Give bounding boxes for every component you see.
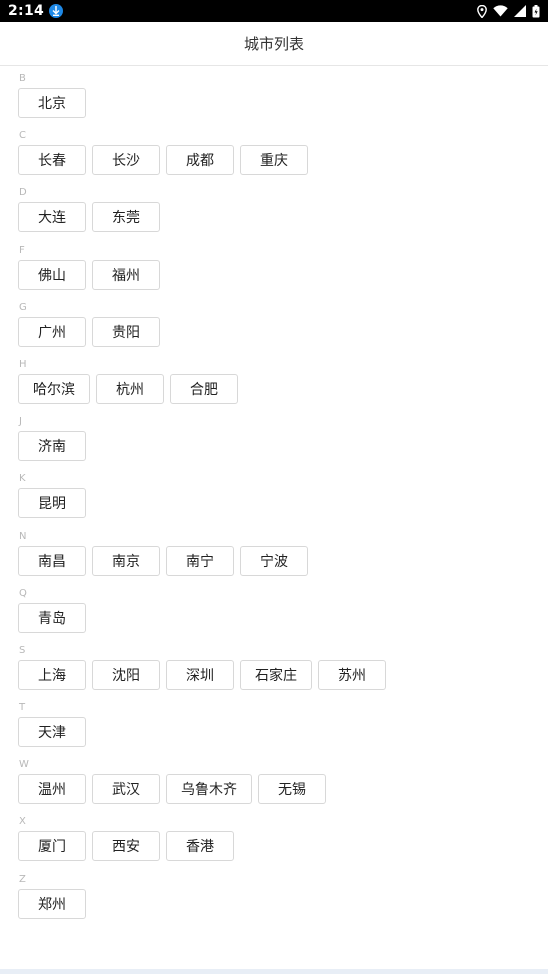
city-group-h: H 哈尔滨 杭州 合肥 <box>18 356 538 413</box>
city-group-q: Q 青岛 <box>18 585 538 642</box>
city-chip[interactable]: 香港 <box>166 831 234 862</box>
city-chip-row: 上海 沈阳 深圳 石家庄 苏州 <box>18 659 538 690</box>
group-letter: N <box>19 530 27 542</box>
city-chip[interactable]: 乌鲁木齐 <box>166 774 252 805</box>
group-letter: K <box>19 473 26 485</box>
group-letter: T <box>19 702 26 714</box>
status-time: 2:14 <box>8 3 45 19</box>
city-chip-row: 长春 长沙 成都 重庆 <box>18 145 538 176</box>
city-chip[interactable]: 成都 <box>166 145 234 176</box>
city-chip[interactable]: 南宁 <box>166 545 234 576</box>
battery-icon <box>532 4 540 17</box>
city-list: B 北京 C 长春 长沙 成都 重庆 D 大连 东莞 F 佛山 福州 G 广州 贵阳 H 哈尔滨 杭州 合肥 J 济南 K 昆… <box>18 70 538 928</box>
city-group-f: F 佛山 福州 <box>18 242 538 299</box>
city-chip[interactable]: 杭州 <box>96 373 164 404</box>
city-group-j: J 济南 <box>18 413 538 470</box>
city-chip[interactable]: 厦门 <box>18 831 86 862</box>
city-chip-row: 昆明 <box>18 488 538 519</box>
city-chip[interactable]: 东莞 <box>92 202 160 233</box>
city-chip-row: 天津 <box>18 717 538 748</box>
signal-icon <box>514 5 526 17</box>
wifi-icon <box>493 5 508 17</box>
city-chip[interactable]: 西安 <box>92 831 160 862</box>
city-chip[interactable]: 福州 <box>92 259 160 290</box>
location-icon <box>477 4 487 18</box>
city-chip-row: 哈尔滨 杭州 合肥 <box>18 373 538 404</box>
app-header: 城市列表 <box>0 22 548 66</box>
group-letter: J <box>19 416 22 428</box>
group-letter: D <box>19 187 27 199</box>
group-letter: H <box>19 358 27 370</box>
group-letter: G <box>19 301 27 313</box>
download-icon <box>49 4 64 18</box>
city-chip[interactable]: 无锡 <box>258 774 326 805</box>
city-chip[interactable]: 重庆 <box>240 145 308 176</box>
page-title: 城市列表 <box>243 35 304 53</box>
city-chip[interactable]: 南京 <box>92 545 160 576</box>
city-chip[interactable]: 深圳 <box>166 659 234 690</box>
city-chip[interactable]: 广州 <box>18 316 86 347</box>
city-chip-row: 温州 武汉 乌鲁木齐 无锡 <box>18 774 538 805</box>
group-letter: S <box>19 644 26 656</box>
city-chip[interactable]: 佛山 <box>18 259 86 290</box>
city-chip[interactable]: 南昌 <box>18 545 86 576</box>
group-letter: Q <box>19 587 27 599</box>
city-chip-row: 佛山 福州 <box>18 259 538 290</box>
city-group-x: X 厦门 西安 香港 <box>18 813 538 870</box>
city-chip-row: 北京 <box>18 88 538 118</box>
group-letter: F <box>19 244 25 256</box>
group-letter: X <box>19 816 26 828</box>
city-chip[interactable]: 上海 <box>18 659 86 690</box>
city-group-b: B 北京 <box>18 70 538 127</box>
city-chip[interactable]: 温州 <box>18 774 86 805</box>
city-chip[interactable]: 长沙 <box>92 145 160 176</box>
city-group-d: D 大连 东莞 <box>18 184 538 241</box>
city-chip[interactable]: 长春 <box>18 145 86 176</box>
city-group-k: K 昆明 <box>18 470 538 527</box>
city-chip-row: 广州 贵阳 <box>18 316 538 347</box>
status-icons <box>477 4 540 18</box>
city-chip[interactable]: 郑州 <box>18 888 86 919</box>
city-chip[interactable]: 北京 <box>18 88 86 118</box>
city-chip-row: 南昌 南京 南宁 宁波 <box>18 545 538 576</box>
group-letter: Z <box>19 873 26 885</box>
city-group-n: N 南昌 南京 南宁 宁波 <box>18 528 538 585</box>
group-letter: B <box>19 73 26 84</box>
city-group-w: W 温州 武汉 乌鲁木齐 无锡 <box>18 756 538 813</box>
city-chip[interactable]: 贵阳 <box>92 316 160 347</box>
city-chip-row: 济南 <box>18 431 538 462</box>
bottom-divider <box>0 969 548 974</box>
city-chip-row: 厦门 西安 香港 <box>18 831 538 862</box>
city-chip-row: 郑州 <box>18 888 538 919</box>
city-chip[interactable]: 大连 <box>18 202 86 233</box>
city-chip[interactable]: 沈阳 <box>92 659 160 690</box>
city-group-t: T 天津 <box>18 699 538 756</box>
city-group-c: C 长春 长沙 成都 重庆 <box>18 127 538 184</box>
city-chip-row: 大连 东莞 <box>18 202 538 233</box>
city-chip[interactable]: 宁波 <box>240 545 308 576</box>
city-group-g: G 广州 贵阳 <box>18 299 538 356</box>
city-group-s: S 上海 沈阳 深圳 石家庄 苏州 <box>18 642 538 699</box>
city-chip[interactable]: 天津 <box>18 717 86 748</box>
city-chip[interactable]: 昆明 <box>18 488 86 519</box>
city-chip[interactable]: 济南 <box>18 431 86 462</box>
city-chip[interactable]: 哈尔滨 <box>18 373 90 404</box>
city-chip-row: 青岛 <box>18 602 538 633</box>
city-chip[interactable]: 青岛 <box>18 602 86 633</box>
group-letter: C <box>19 130 26 142</box>
city-group-z: Z 郑州 <box>18 871 538 928</box>
status-bar: 2:14 <box>0 0 548 22</box>
city-chip[interactable]: 合肥 <box>170 373 238 404</box>
group-letter: W <box>19 759 29 771</box>
city-chip[interactable]: 苏州 <box>318 659 386 690</box>
city-chip[interactable]: 武汉 <box>92 774 160 805</box>
city-chip[interactable]: 石家庄 <box>240 659 312 690</box>
